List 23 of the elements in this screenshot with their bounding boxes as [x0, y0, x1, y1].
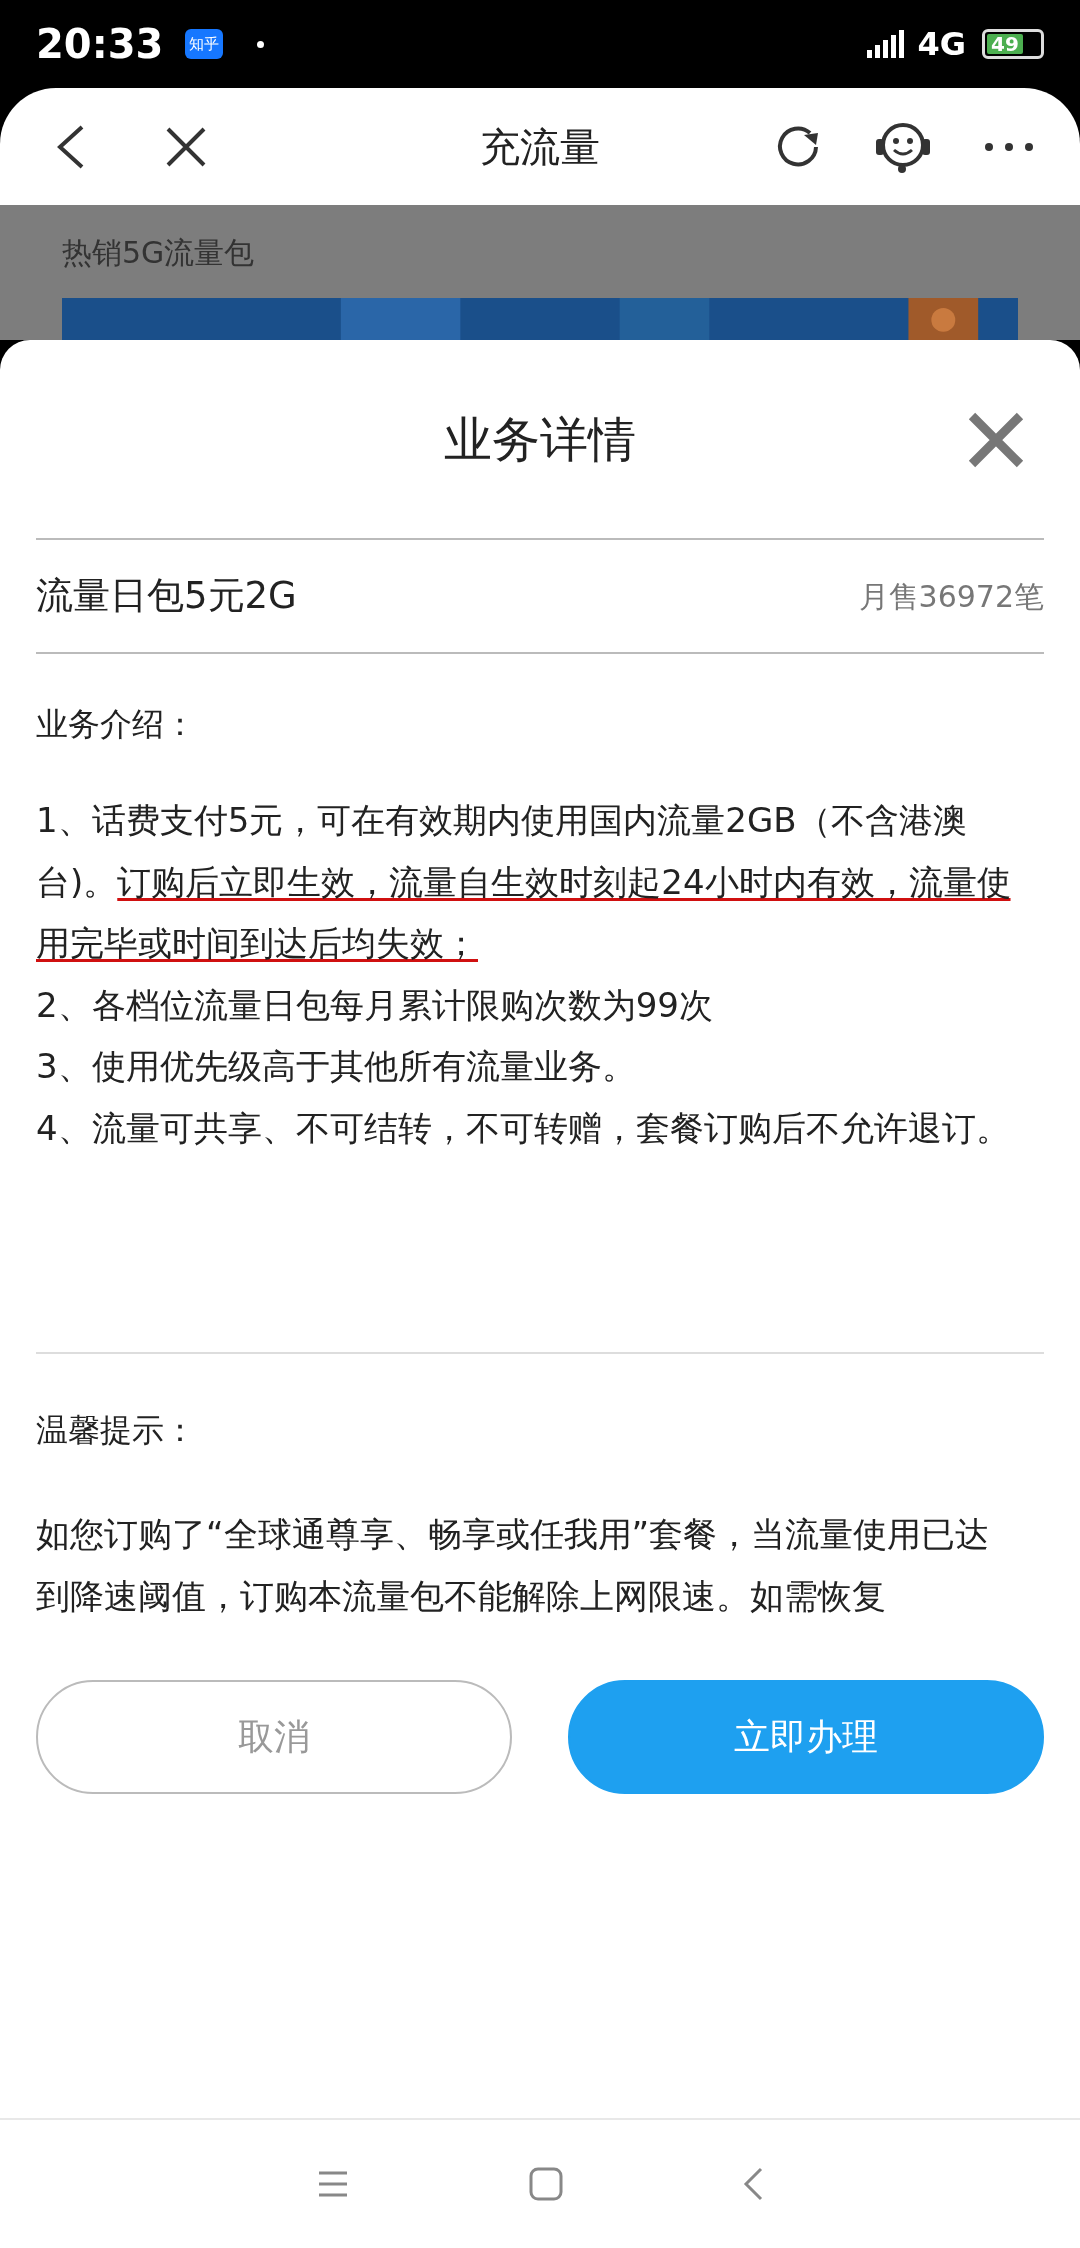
back-icon[interactable] — [56, 124, 86, 169]
close-icon[interactable] — [166, 126, 206, 167]
product-name: 流量日包5元2G — [36, 573, 297, 620]
home-icon[interactable] — [529, 2167, 563, 2201]
battery-level: 49 — [987, 34, 1023, 54]
clock: 20:33 — [36, 20, 164, 69]
cancel-button[interactable]: 取消 — [36, 1680, 512, 1794]
page-title: 充流量 — [479, 122, 601, 172]
intro-heading: 业务介绍： — [36, 704, 197, 744]
tips-text: 如您订购了“全球通尊享、畅享或任我用”套餐，当流量使用已达到降速阈值，订购本流量包不能解除上网限速。如需恢复 — [36, 1513, 991, 1618]
more-icon[interactable] — [984, 141, 1034, 152]
confirm-button[interactable]: 立即办理 — [568, 1680, 1044, 1794]
section-subtitle: 热销5G流量包 — [62, 234, 256, 272]
intro-item: 2、各档位流量日包每月累计限购次数为99次 — [36, 983, 714, 1027]
tips-heading: 温馨提示： — [36, 1410, 197, 1450]
intro-item: 3、使用优先级高于其他所有流量业务。 — [36, 1045, 637, 1088]
intro-item: 4、流量可共享、不可结转，不可转赠，套餐订购后不允许退订。 — [36, 1106, 1011, 1150]
intro-item: 1、话费支付5元，可在有效期内使用国内流量2GB（不含港澳台)。订购后立即生效，流量自生效时刻起24小时内有效，流量使用完毕或时间到达后均失效； — [36, 799, 1012, 965]
menu-icon[interactable] — [317, 2170, 349, 2198]
app-badge: 知乎 — [185, 28, 224, 60]
network-label: 4G — [917, 24, 966, 65]
sales-count: 月售36972笔 — [858, 577, 1044, 616]
sheet-title: 业务详情 — [444, 410, 636, 469]
